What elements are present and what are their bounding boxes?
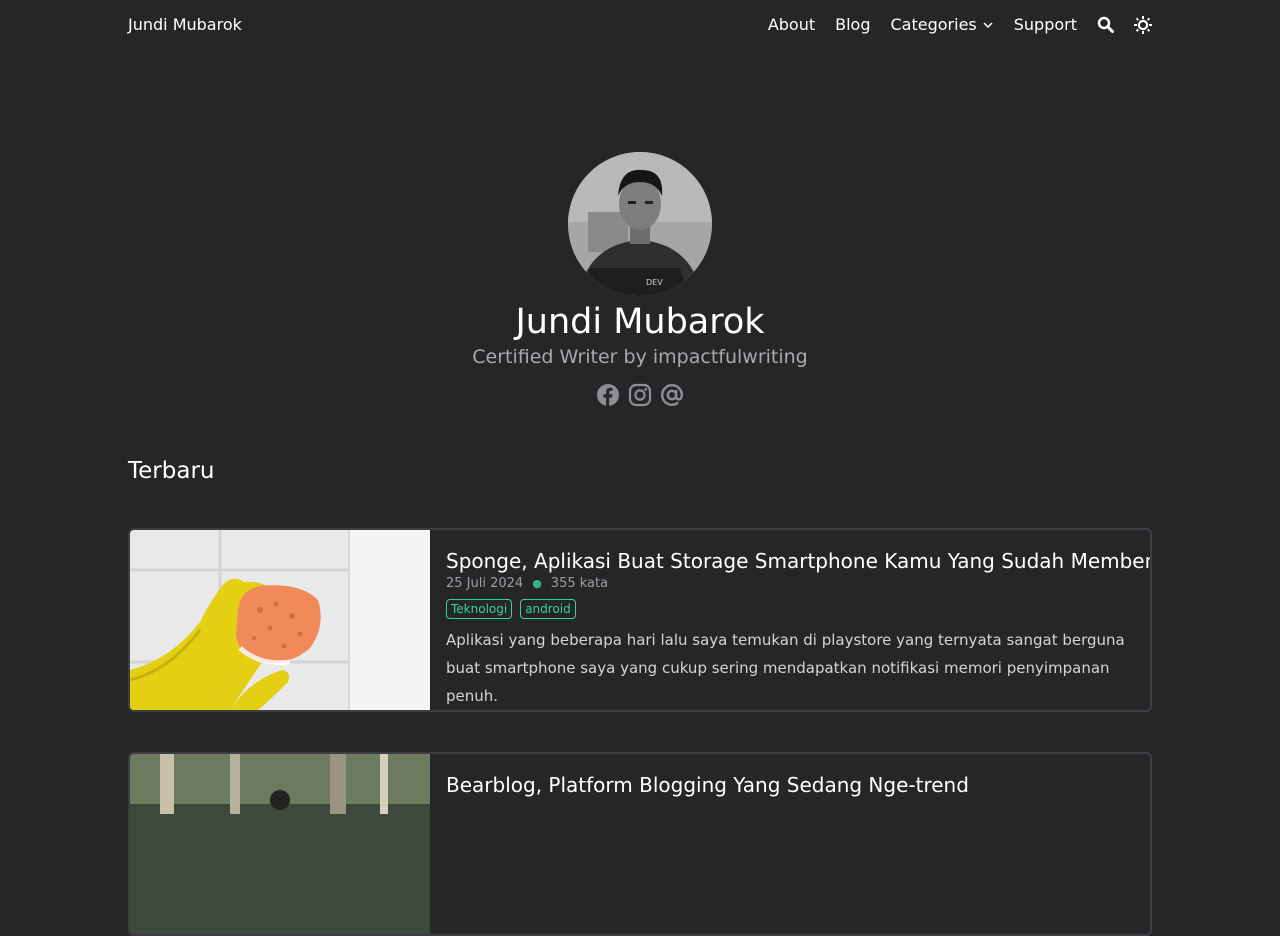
post-tags: Teknologi android (446, 599, 1136, 619)
post-thumbnail[interactable] (130, 754, 430, 934)
sun-icon[interactable] (1134, 15, 1152, 34)
nav-blog[interactable]: Blog (835, 15, 870, 34)
post-date: 25 Juli 2024 (446, 576, 524, 591)
social-links (596, 383, 692, 407)
post-title[interactable]: Sponge, Aplikasi Buat Storage Smartphone… (446, 548, 1150, 574)
post-title[interactable]: Bearblog, Platform Blogging Yang Sedang … (446, 772, 1136, 798)
chevron-down-icon (983, 21, 993, 28)
tag-android[interactable]: android (520, 599, 576, 619)
site-brand[interactable]: Jundi Mubarok (128, 15, 242, 34)
profile-subtitle: Certified Writer by impactfulwriting (472, 346, 808, 368)
nav-categories[interactable]: Categories (891, 15, 994, 34)
at-icon[interactable] (660, 383, 684, 407)
post-card[interactable]: Bearblog, Platform Blogging Yang Sedang … (128, 752, 1152, 936)
avatar: DEV (568, 152, 712, 296)
post-body: Bearblog, Platform Blogging Yang Sedang … (446, 772, 1136, 798)
separator-dot-icon: ● (532, 577, 542, 590)
section-title: Terbaru (128, 458, 215, 484)
nav-support[interactable]: Support (1014, 15, 1077, 34)
nav-menu: About Blog Categories Support (768, 15, 1152, 34)
post-excerpt: Aplikasi yang beberapa hari lalu saya te… (446, 631, 1125, 705)
post-thumbnail[interactable] (130, 530, 430, 710)
nav-about[interactable]: About (768, 15, 815, 34)
post-word-count: 355 kata (550, 576, 609, 591)
post-card[interactable]: Sponge, Aplikasi Buat Storage Smartphone… (128, 528, 1152, 712)
facebook-icon[interactable] (596, 383, 620, 407)
post-meta: 25 Juli 2024 ● 355 kata (446, 576, 1136, 591)
profile-name: Jundi Mubarok (515, 302, 765, 342)
search-icon[interactable] (1097, 16, 1114, 33)
svg-text:DEV: DEV (646, 278, 663, 287)
tag-teknologi[interactable]: Teknologi (446, 599, 513, 619)
instagram-icon[interactable] (628, 383, 652, 407)
nav-categories-label: Categories (890, 15, 977, 34)
post-body: Sponge, Aplikasi Buat Storage Smartphone… (446, 548, 1150, 710)
top-nav: Jundi Mubarok About Blog Categories Supp… (0, 0, 1280, 52)
